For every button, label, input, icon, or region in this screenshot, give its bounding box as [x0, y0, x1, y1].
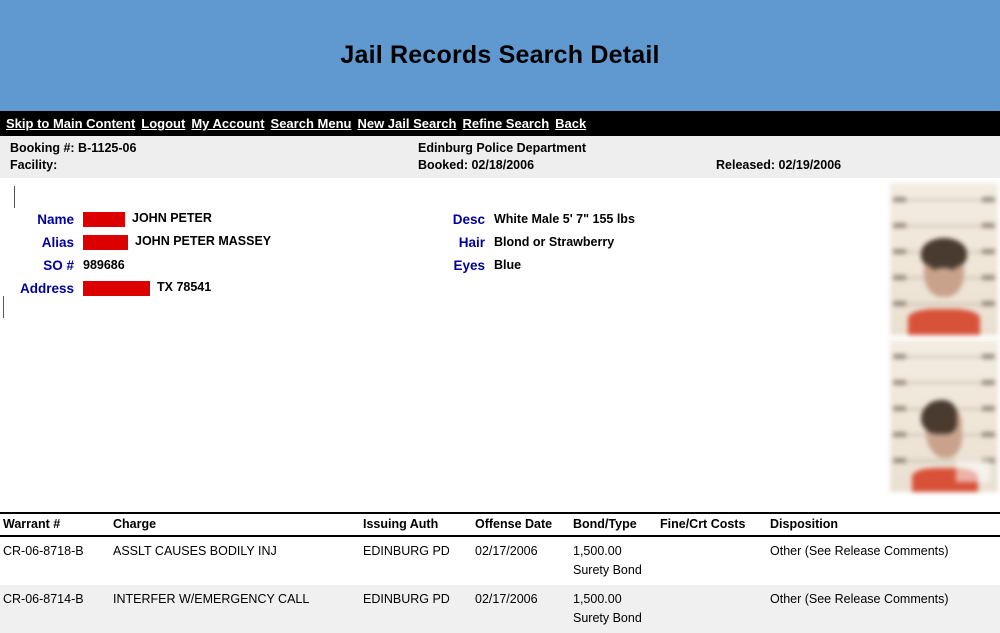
subject-detail-area: Name JOHN PETER Alias JOHN PETER MASSEY … — [0, 178, 1000, 492]
cell-bond-type: 1,500.00 Surety Bond — [573, 536, 660, 585]
redaction-block-address — [83, 280, 150, 296]
field-label-hair: Hair — [458, 234, 485, 250]
field-value-description: White Male 5' 7" 155 lbs — [494, 212, 635, 226]
field-value-eyes: Blue — [494, 258, 522, 272]
cell-bond-type-label: Surety Bond — [573, 611, 642, 626]
field-eyes: Eyes Blue — [440, 256, 521, 274]
nav-link-my-account[interactable]: My Account — [191, 116, 264, 131]
field-label-alias: Alias — [41, 234, 74, 250]
field-value-name: JOHN PETER — [83, 211, 212, 227]
field-value-address: TX 78541 — [83, 280, 212, 296]
field-alias: Alias JOHN PETER MASSEY — [8, 233, 271, 251]
page-title: Jail Records Search Detail — [340, 41, 660, 69]
nav-link-search-menu[interactable]: Search Menu — [271, 116, 352, 131]
booking-placard — [956, 460, 990, 482]
booking-number: Booking #: B-1125-06 — [10, 141, 137, 155]
cell-offense-date: 02/17/2006 — [475, 584, 573, 633]
redaction-block-alias — [83, 234, 128, 250]
field-value-hair: Blond or Strawberry — [494, 235, 615, 249]
name-text: JOHN PETER — [132, 211, 212, 226]
booking-facility: Facility: — [10, 158, 58, 172]
cell-bond-type: 1,500.00 Surety Bond — [573, 584, 660, 633]
cell-charge: INTERFER W/EMERGENCY CALL — [111, 584, 363, 633]
column-header-disposition: Disposition — [770, 512, 1000, 537]
layout-tick-mark-bottom — [3, 296, 4, 318]
nav-link-back[interactable]: Back — [555, 116, 586, 131]
column-header-fine-court-costs: Fine/Crt Costs — [660, 512, 770, 537]
main-navigation-bar: Skip to Main Content Logout My Account S… — [0, 111, 1000, 136]
nav-link-new-jail-search[interactable]: New Jail Search — [357, 116, 456, 131]
field-so-number: SO # 989686 — [8, 256, 125, 274]
column-header-warrant: Warrant # — [0, 512, 111, 537]
page-header-banner: Jail Records Search Detail — [0, 0, 1000, 111]
cell-bond-type-label: Surety Bond — [573, 563, 642, 578]
booking-released-date: Released: 02/19/2006 — [716, 158, 842, 172]
cell-bond-amount: 1,500.00 — [573, 591, 622, 606]
cell-fine-court-costs — [660, 536, 770, 585]
cell-disposition: Other (See Release Comments) — [770, 544, 949, 558]
redaction-block-name — [83, 211, 125, 227]
field-label-eyes: Eyes — [453, 257, 485, 273]
booking-summary-band: Booking #: B-1125-06 Facility: Edinburg … — [0, 136, 1000, 178]
field-name: Name JOHN PETER — [8, 210, 212, 228]
cell-issuing-auth: EDINBURG PD — [363, 584, 475, 633]
table-row: CR-06-8718-B ASSLT CAUSES BODILY INJ EDI… — [0, 536, 1000, 585]
warrant-charges-table: Warrant # Charge Issuing Auth Offense Da… — [0, 512, 1000, 633]
cell-disposition: Other (See Release Comments) — [770, 584, 1000, 633]
field-value-so-number: 989686 — [83, 258, 125, 272]
cell-warrant-number: CR-06-8714-B — [0, 584, 111, 633]
cell-fine-court-costs — [660, 584, 770, 633]
mugshot-profile-image — [890, 340, 998, 492]
subject-hair-front — [921, 238, 967, 268]
mugshot-photos — [890, 183, 998, 492]
nav-link-skip-to-main-content[interactable]: Skip to Main Content — [6, 116, 135, 131]
field-label-name: Name — [37, 211, 74, 227]
cell-issuing-auth: EDINBURG PD — [363, 544, 450, 558]
column-header-offense-date: Offense Date — [475, 512, 573, 537]
layout-tick-mark-top — [14, 186, 15, 208]
column-header-bond-type: Bond/Type — [573, 512, 660, 537]
table-row: CR-06-8714-B INTERFER W/EMERGENCY CALL E… — [0, 584, 1000, 633]
subject-hair-profile — [921, 400, 957, 434]
subject-shirt-front — [908, 309, 980, 335]
field-address: Address TX 78541 — [8, 279, 211, 297]
column-header-charge: Charge — [111, 512, 363, 537]
cell-charge: ASSLT CAUSES BODILY INJ — [113, 544, 277, 558]
booking-agency: Edinburg Police Department — [418, 141, 587, 155]
field-label-so-number: SO # — [43, 257, 74, 273]
mugshot-front-image — [890, 183, 998, 335]
field-label-description: Desc — [452, 211, 485, 227]
address-text: TX 78541 — [157, 280, 212, 295]
cell-offense-date: 02/17/2006 — [475, 544, 538, 558]
table-header-row: Warrant # Charge Issuing Auth Offense Da… — [0, 512, 1000, 537]
field-description: Desc White Male 5' 7" 155 lbs — [440, 210, 635, 228]
cell-warrant-number: CR-06-8718-B — [3, 544, 84, 558]
alias-text: JOHN PETER MASSEY — [135, 234, 272, 249]
column-header-issuing-auth: Issuing Auth — [363, 512, 475, 537]
field-hair: Hair Blond or Strawberry — [440, 233, 614, 251]
field-value-alias: JOHN PETER MASSEY — [83, 234, 272, 250]
field-label-address: Address — [19, 280, 74, 296]
nav-link-refine-search[interactable]: Refine Search — [462, 116, 549, 131]
nav-link-logout[interactable]: Logout — [141, 116, 185, 131]
booking-booked-date: Booked: 02/18/2006 — [418, 158, 535, 172]
cell-bond-amount: 1,500.00 — [573, 544, 622, 558]
